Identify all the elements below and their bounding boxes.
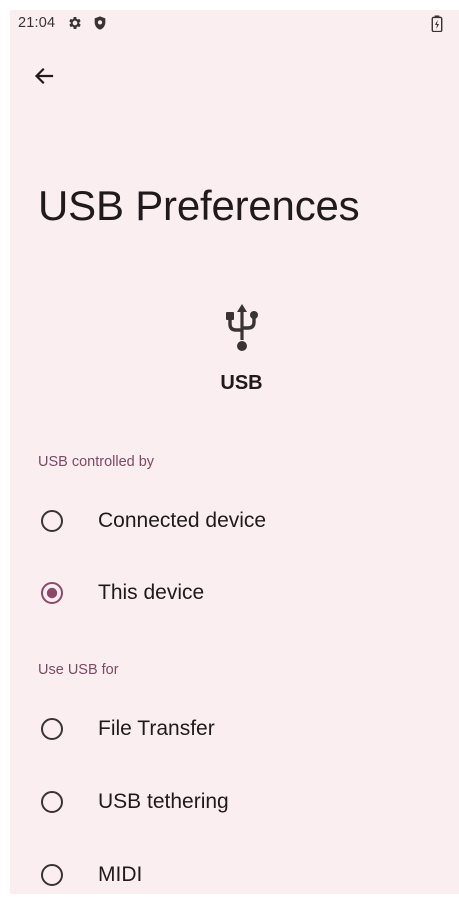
radio-unchecked-icon[interactable] xyxy=(40,863,64,887)
radio-option-midi[interactable]: MIDI xyxy=(10,847,459,894)
status-time: 21:04 xyxy=(18,15,56,31)
usb-icon xyxy=(226,304,258,351)
usb-caption: USB xyxy=(220,372,263,394)
radio-checked-icon[interactable] xyxy=(40,581,64,605)
status-bar: 21:04 xyxy=(10,10,459,36)
section-header-use-usb-for: Use USB for xyxy=(38,662,119,678)
battery-charging-icon xyxy=(431,15,443,32)
radio-label: File Transfer xyxy=(98,717,215,740)
shield-icon xyxy=(94,16,106,30)
radio-option-usb-tethering[interactable]: USB tethering xyxy=(10,774,459,830)
radio-option-file-transfer[interactable]: File Transfer xyxy=(10,701,459,757)
radio-unchecked-icon[interactable] xyxy=(40,509,64,533)
back-button[interactable] xyxy=(26,58,62,94)
page-title: USB Preferences xyxy=(38,182,360,229)
radio-label: USB tethering xyxy=(98,790,229,813)
radio-unchecked-icon[interactable] xyxy=(40,790,64,814)
radio-unchecked-icon[interactable] xyxy=(40,717,64,741)
radio-label: MIDI xyxy=(98,863,143,886)
radio-option-connected-device[interactable]: Connected device xyxy=(10,493,459,549)
settings-screen: 21:04 USB Preferences USB USB controlled… xyxy=(10,10,459,894)
arrow-left-icon xyxy=(34,67,54,85)
radio-label: This device xyxy=(98,581,205,604)
radio-label: Connected device xyxy=(98,509,267,532)
radio-option-this-device[interactable]: This device xyxy=(10,565,459,621)
section-header-usb-controlled-by: USB controlled by xyxy=(38,454,155,470)
gear-icon xyxy=(69,17,81,29)
